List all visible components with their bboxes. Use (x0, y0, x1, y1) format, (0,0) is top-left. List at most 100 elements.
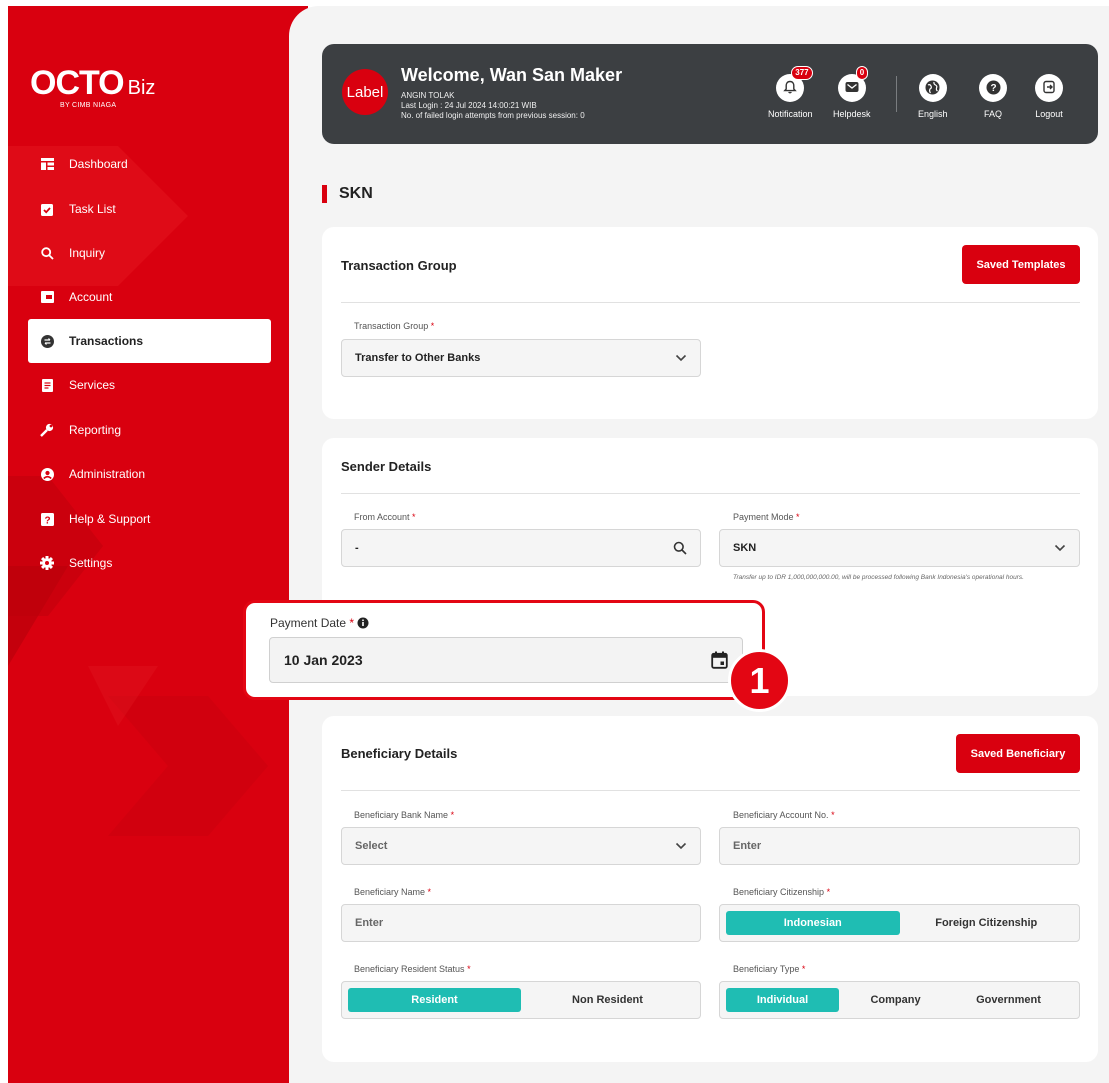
sidebar: OCTO Biz BY CIMB NIAGA Dashboard Task Lis… (8, 6, 308, 1083)
field-label: Transaction Group * (354, 321, 435, 331)
logout-label: Logout (1035, 109, 1063, 119)
card-divider (341, 790, 1080, 791)
sidebar-item-settings[interactable]: Settings (28, 541, 271, 585)
field-label: Beneficiary Resident Status * (354, 964, 471, 974)
beneficiary-type-toggle: Individual Company Government (719, 981, 1080, 1019)
help-icon: ? (40, 512, 54, 526)
search-icon[interactable] (673, 541, 687, 555)
notification-button[interactable]: 377 Notification (768, 66, 813, 119)
search-icon (40, 246, 54, 260)
payment-date-label: Payment Date * (270, 616, 369, 630)
logout-icon (1042, 80, 1056, 96)
info-icon[interactable] (357, 617, 369, 629)
card-title: Transaction Group (341, 258, 457, 273)
sidebar-item-label: Settings (69, 556, 113, 570)
company-name: ANGIN TOLAK (401, 91, 455, 100)
sidebar-item-transactions[interactable]: Transactions (28, 319, 271, 363)
welcome-text: Welcome, Wan San Maker (401, 65, 623, 85)
question-icon: ? (986, 80, 1001, 97)
beneficiary-name-placeholder: Enter (355, 917, 384, 929)
octo-biz-logo: OCTO Biz BY CIMB NIAGA (30, 66, 155, 109)
user-circle-icon (40, 467, 54, 481)
beneficiary-bank-placeholder: Select (355, 840, 388, 852)
sidebar-item-label: Inquiry (69, 246, 106, 260)
top-header: Label Welcome, Wan San Maker ANGIN TOLAK… (322, 44, 1098, 144)
sidebar-item-account[interactable]: Account (28, 275, 271, 319)
header-divider (896, 76, 897, 112)
faq-label: FAQ (983, 109, 1002, 119)
field-label: Beneficiary Account No. * (733, 810, 835, 820)
payment-date-value: 10 Jan 2023 (284, 652, 363, 668)
sidebar-item-dashboard[interactable]: Dashboard (28, 142, 271, 186)
notification-count-badge: 377 (791, 66, 813, 80)
title-accent-bar (322, 185, 327, 203)
dashboard-icon (40, 157, 54, 171)
transaction-group-value: Transfer to Other Banks (355, 352, 481, 364)
citizenship-option-indonesian[interactable]: Indonesian (726, 911, 900, 935)
chevron-down-icon (1054, 544, 1066, 552)
notification-label: Notification (768, 109, 813, 119)
beneficiary-account-placeholder: Enter (733, 840, 762, 852)
brand-suffix: Biz (127, 77, 156, 99)
card-title: Sender Details (341, 459, 432, 474)
language-button[interactable]: English (918, 74, 948, 119)
field-label: Beneficiary Bank Name * (354, 810, 455, 820)
type-option-company[interactable]: Company (839, 988, 952, 1012)
task-list-icon (40, 202, 54, 216)
beneficiary-bank-select[interactable]: Select (341, 827, 701, 865)
gear-icon (40, 556, 54, 570)
sidebar-item-services[interactable]: Services (28, 363, 271, 407)
saved-beneficiary-button[interactable]: Saved Beneficiary (956, 734, 1080, 773)
resident-option-resident[interactable]: Resident (348, 988, 521, 1012)
from-account-field[interactable]: - (341, 529, 701, 567)
helpdesk-button[interactable]: 0 Helpdesk (833, 66, 871, 119)
type-option-government[interactable]: Government (952, 988, 1065, 1012)
app-window: OCTO Biz BY CIMB NIAGA Dashboard Task Lis… (0, 0, 1109, 1083)
document-icon (40, 378, 54, 392)
saved-templates-button[interactable]: Saved Templates (962, 245, 1080, 284)
payment-mode-note: Transfer up to IDR 1,000,000,000.00, wil… (733, 574, 1024, 581)
sidebar-item-label: Dashboard (69, 157, 128, 171)
sidebar-item-label: Account (69, 290, 113, 304)
payment-mode-select[interactable]: SKN (719, 529, 1080, 567)
type-option-individual[interactable]: Individual (726, 988, 839, 1012)
card-title: Beneficiary Details (341, 746, 458, 761)
transaction-group-select[interactable]: Transfer to Other Banks (341, 339, 701, 377)
calendar-icon[interactable] (711, 651, 728, 669)
page-title: SKN (322, 185, 373, 203)
beneficiary-name-input[interactable]: Enter (341, 904, 701, 942)
payment-date-callout: Payment Date * 10 Jan 2023 (243, 600, 765, 700)
helpdesk-label: Helpdesk (833, 109, 871, 119)
sidebar-item-reporting[interactable]: Reporting (28, 408, 271, 452)
payment-date-input[interactable]: 10 Jan 2023 (269, 637, 743, 683)
globe-icon (925, 80, 940, 97)
svg-text:?: ? (990, 83, 996, 94)
faq-button[interactable]: ? FAQ (979, 74, 1007, 119)
helpdesk-count-badge: 0 (855, 66, 869, 80)
beneficiary-details-card: Beneficiary Details Saved Beneficiary Be… (322, 716, 1098, 1062)
resident-status-toggle: Resident Non Resident (341, 981, 701, 1019)
sidebar-item-administration[interactable]: Administration (28, 452, 271, 496)
logout-button[interactable]: Logout (1035, 74, 1063, 119)
field-label: From Account * (354, 512, 416, 522)
sidebar-item-inquiry[interactable]: Inquiry (28, 231, 271, 275)
citizenship-option-foreign[interactable]: Foreign Citizenship (900, 911, 1074, 935)
from-account-value: - (355, 542, 359, 554)
sidebar-item-label: Help & Support (69, 512, 151, 526)
chevron-down-icon (675, 354, 687, 362)
transaction-group-card: Transaction Group Saved Templates Transa… (322, 227, 1098, 419)
svg-text:?: ? (44, 515, 50, 526)
sidebar-item-label: Services (69, 378, 116, 392)
sidebar-item-label: Reporting (69, 423, 122, 437)
beneficiary-account-input[interactable]: Enter (719, 827, 1080, 865)
field-label: Beneficiary Type * (733, 964, 806, 974)
card-divider (341, 493, 1080, 494)
avatar[interactable]: Label (342, 69, 388, 115)
citizenship-toggle: Indonesian Foreign Citizenship (719, 904, 1080, 942)
sidebar-item-task-list[interactable]: Task List (28, 187, 271, 231)
failed-attempts: No. of failed login attempts from previo… (401, 111, 585, 120)
sidebar-item-label: Transactions (69, 334, 144, 348)
sidebar-item-help-support[interactable]: ? Help & Support (28, 497, 271, 541)
resident-option-non-resident[interactable]: Non Resident (521, 988, 694, 1012)
sidebar-item-label: Task List (69, 202, 116, 216)
